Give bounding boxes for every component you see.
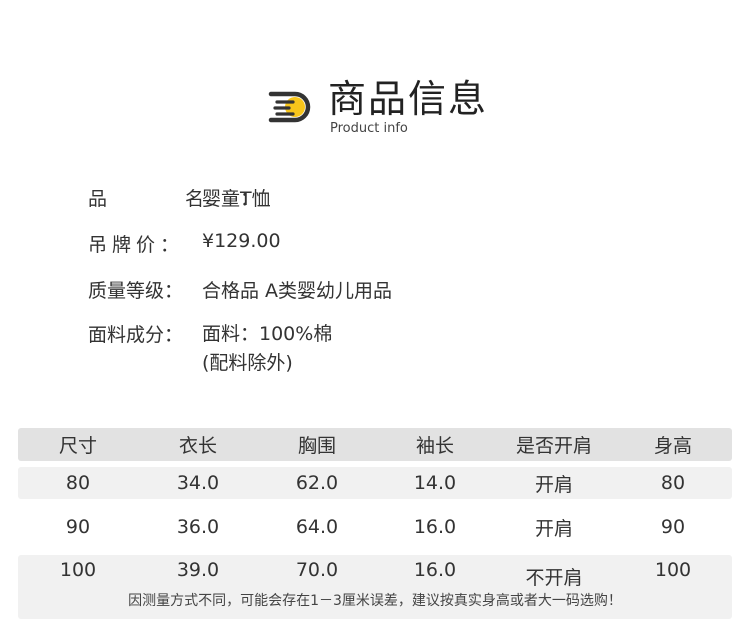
measurement-note: 因测量方式不同，可能会存在1－3厘米误差，建议按真实身高或者大一码选购！ bbox=[128, 593, 622, 609]
table-cell: 34.0 bbox=[176, 472, 220, 494]
info-value: 合格品 A类婴幼儿用品 bbox=[202, 280, 393, 302]
table-cell: 90 bbox=[660, 516, 686, 538]
info-value: ¥129.00 bbox=[202, 230, 281, 252]
info-value: 面料：100%棉 bbox=[202, 323, 333, 345]
table-cell: 不开肩 bbox=[525, 567, 583, 589]
product-info-list: 品 名： 婴童T恤 吊牌价： ¥129.00 质量等级： 合格品 A类婴幼儿用品… bbox=[88, 184, 392, 378]
section-title: 商品信息 bbox=[328, 77, 489, 121]
table-cell: 16.0 bbox=[413, 516, 457, 538]
document-lines-icon bbox=[268, 91, 311, 123]
table-cell: 开肩 bbox=[534, 473, 573, 496]
table-cell: 16.0 bbox=[413, 559, 457, 581]
table-header-row: 尺寸 衣长 胸围 袖长 是否开肩 身高 bbox=[18, 428, 732, 461]
info-label: 品 名： bbox=[88, 188, 296, 210]
info-label: 质量等级： bbox=[88, 280, 184, 302]
info-row-price: 吊牌价： ¥129.00 bbox=[88, 230, 392, 276]
table-cell: 36.0 bbox=[176, 516, 220, 538]
info-row-quality: 质量等级： 合格品 A类婴幼儿用品 bbox=[88, 276, 392, 320]
info-label: 面料成分： bbox=[88, 324, 184, 346]
table-cell: 100 bbox=[654, 559, 692, 581]
table-cell: 14.0 bbox=[413, 472, 457, 494]
table-row: 80 34.0 62.0 14.0 开肩 80 bbox=[18, 467, 732, 499]
table-cell: 90 bbox=[65, 516, 91, 538]
table-cell: 80 bbox=[660, 472, 686, 494]
table-row: 90 36.0 64.0 16.0 开肩 90 bbox=[18, 511, 732, 543]
info-value: 婴童T恤 bbox=[202, 188, 271, 210]
table-cell: 100 bbox=[59, 559, 97, 581]
table-cell: 39.0 bbox=[176, 559, 220, 581]
column-header: 衣长 bbox=[178, 435, 217, 457]
table-cell: 70.0 bbox=[295, 559, 339, 581]
section-subtitle: Product info bbox=[330, 121, 408, 136]
table-cell: 80 bbox=[65, 472, 91, 494]
info-value-note: (配料除外) bbox=[202, 352, 293, 374]
info-label: 吊牌价： bbox=[88, 234, 185, 256]
table-cell: 开肩 bbox=[534, 517, 573, 540]
column-header: 尺寸 bbox=[58, 435, 97, 457]
column-header: 胸围 bbox=[297, 435, 336, 457]
info-row-material: 面料成分： 面料：100%棉 (配料除外) bbox=[88, 320, 392, 378]
column-header: 袖长 bbox=[415, 435, 454, 457]
column-header: 是否开肩 bbox=[515, 435, 592, 457]
table-cell: 64.0 bbox=[295, 516, 339, 538]
product-info-header: 商品信息 Product info bbox=[262, 74, 522, 144]
table-cell: 62.0 bbox=[295, 472, 339, 494]
info-value-group: 面料：100%棉 (配料除外) bbox=[202, 320, 332, 378]
column-header: 身高 bbox=[653, 435, 692, 457]
info-row-name: 品 名： 婴童T恤 bbox=[88, 184, 392, 230]
